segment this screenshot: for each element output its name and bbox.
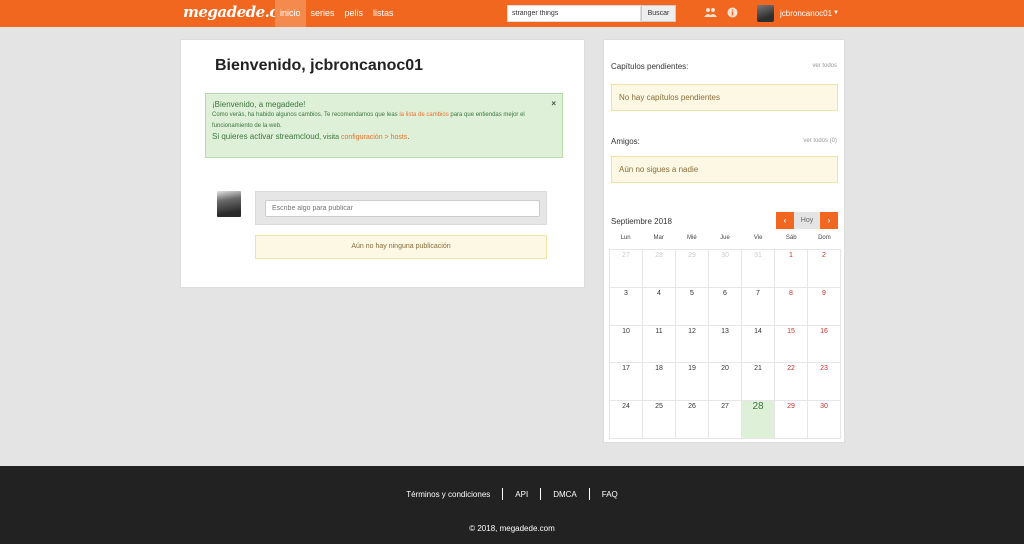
calendar-day[interactable]: 30 (709, 250, 742, 288)
search-input[interactable] (507, 5, 641, 22)
nav-pelis[interactable]: pelis (340, 0, 369, 27)
calendar-day[interactable]: 10 (610, 325, 643, 364)
close-icon[interactable]: × (551, 99, 556, 108)
calendar-day[interactable]: 3 (610, 287, 643, 326)
calendar-day[interactable]: 7 (742, 287, 775, 326)
post-input[interactable] (265, 200, 540, 217)
calendar-day[interactable]: 15 (775, 325, 808, 364)
calendar-day[interactable]: 31 (742, 250, 775, 288)
copyright: © 2018, megadede.com (469, 524, 555, 533)
weekday: Jue (720, 235, 730, 241)
calendar-day[interactable]: 29 (676, 250, 709, 288)
footer-terms-link[interactable]: Términos y condiciones (406, 490, 490, 499)
calendar-grid: 27 28 29 30 31 1 2 3 4 5 6 7 8 9 10 11 1… (609, 249, 841, 439)
footer-dmca-link[interactable]: DMCA (553, 490, 577, 499)
no-posts-message: Aún no hay ninguna publicación (255, 235, 547, 259)
top-navbar: megadede.com inicio series pelis listas … (0, 0, 1024, 27)
chevron-right-icon[interactable]: › (820, 212, 838, 229)
nav-series[interactable]: series (306, 0, 340, 27)
calendar-day[interactable]: 30 (808, 401, 841, 439)
alert-text: , visita (319, 134, 341, 141)
calendar-day[interactable]: 23 (808, 363, 841, 402)
calendar-weekdays: Lun Mar Mié Jue Vie Sáb Dom (609, 235, 841, 241)
caret-down-icon[interactable]: ▼ (833, 0, 839, 27)
weekday: Mié (687, 235, 697, 241)
calendar-day[interactable]: 29 (775, 401, 808, 439)
main-nav: inicio series pelis listas (275, 0, 399, 27)
calendar-nav: ‹ Hoy › (776, 212, 838, 229)
alert-text: . (407, 132, 410, 141)
footer-faq-link[interactable]: FAQ (602, 490, 618, 499)
user-avatar[interactable] (757, 5, 774, 22)
chevron-left-icon[interactable]: ‹ (776, 212, 794, 229)
calendar-month: Septiembre 2018 (611, 217, 672, 226)
calendar-day[interactable]: 18 (643, 363, 676, 402)
calendar-day[interactable]: 1 (775, 250, 808, 288)
alert-body: Como verás, ha habido algunos cambios. T… (212, 110, 542, 132)
calendar-day[interactable]: 5 (676, 287, 709, 326)
hosts-config-link[interactable]: configuración > hosts (341, 134, 407, 141)
calendar-day[interactable]: 21 (742, 363, 775, 402)
calendar-day-today[interactable]: 28 (742, 401, 775, 439)
avatar (217, 191, 241, 217)
info-icon[interactable] (726, 7, 739, 20)
calendar-day[interactable]: 11 (643, 325, 676, 364)
calendar-day[interactable]: 27 (709, 401, 742, 439)
page-title: Bienvenido, jcbroncanoc01 (215, 57, 424, 74)
calendar-day[interactable]: 12 (676, 325, 709, 364)
nav-listas[interactable]: listas (368, 0, 399, 27)
weekday: Mar (653, 235, 664, 241)
calendar-day[interactable]: 25 (643, 401, 676, 439)
pending-title: Capítulos pendientes: (611, 62, 689, 71)
calendar-day[interactable]: 2 (808, 250, 841, 288)
calendar-day[interactable]: 4 (643, 287, 676, 326)
calendar-day[interactable]: 24 (610, 401, 643, 439)
post-composer (255, 191, 547, 225)
weekday: Sáb (785, 235, 797, 241)
weekday: Lun (620, 235, 631, 241)
calendar-day[interactable]: 17 (610, 363, 643, 402)
divider (540, 488, 542, 500)
footer-api-link[interactable]: API (515, 490, 528, 499)
alert-title: ¡Bienvenido, a megadede! (212, 100, 306, 109)
nav-inicio[interactable]: inicio (275, 0, 306, 27)
welcome-alert: × ¡Bienvenido, a megadede! Como verás, h… (205, 93, 563, 158)
calendar-day[interactable]: 13 (709, 325, 742, 364)
divider (502, 488, 504, 500)
today-button[interactable]: Hoy (794, 212, 820, 229)
calendar-day[interactable]: 26 (676, 401, 709, 439)
footer-links: Términos y condiciones API DMCA FAQ (0, 488, 1024, 500)
alert-text: Como verás, ha habido algunos cambios. T… (212, 112, 400, 118)
search-button[interactable]: Buscar (641, 5, 676, 22)
calendar-day[interactable]: 28 (643, 250, 676, 288)
weekday: Dom (818, 235, 831, 241)
calendar-day[interactable]: 16 (808, 325, 841, 364)
calendar-day[interactable]: 22 (775, 363, 808, 402)
calendar-day[interactable]: 19 (676, 363, 709, 402)
friends-see-all-link[interactable]: ver todos (0) (803, 138, 837, 144)
calendar-day[interactable]: 20 (709, 363, 742, 402)
sidebar-panel: Capítulos pendientes: ver todos No hay c… (603, 39, 845, 443)
divider (588, 488, 590, 500)
pending-see-all-link[interactable]: ver todos (812, 63, 837, 69)
friends-title: Amigos: (611, 137, 640, 146)
weekday: Vie (753, 235, 763, 241)
alert-streamcloud: Si quieres activar streamcloud, visita c… (212, 132, 556, 141)
alert-strong-text: Si quieres activar streamcloud (212, 132, 320, 141)
calendar-day[interactable]: 27 (610, 250, 643, 288)
calendar-day[interactable]: 9 (808, 287, 841, 326)
pending-empty-message: No hay capítulos pendientes (611, 84, 838, 111)
changes-link[interactable]: la lista de cambios (399, 112, 448, 118)
search-form: Buscar (507, 5, 676, 22)
calendar-day[interactable]: 14 (742, 325, 775, 364)
users-icon[interactable] (704, 7, 717, 20)
welcome-panel: Bienvenido, jcbroncanoc01 × ¡Bienvenido,… (180, 39, 585, 288)
footer: Términos y condiciones API DMCA FAQ © 20… (0, 466, 1024, 544)
friends-empty-message: Aún no sigues a nadie (611, 156, 838, 183)
calendar-day[interactable]: 6 (709, 287, 742, 326)
calendar-day[interactable]: 8 (775, 287, 808, 326)
username-link[interactable]: jcbroncanoc01 (780, 0, 832, 27)
